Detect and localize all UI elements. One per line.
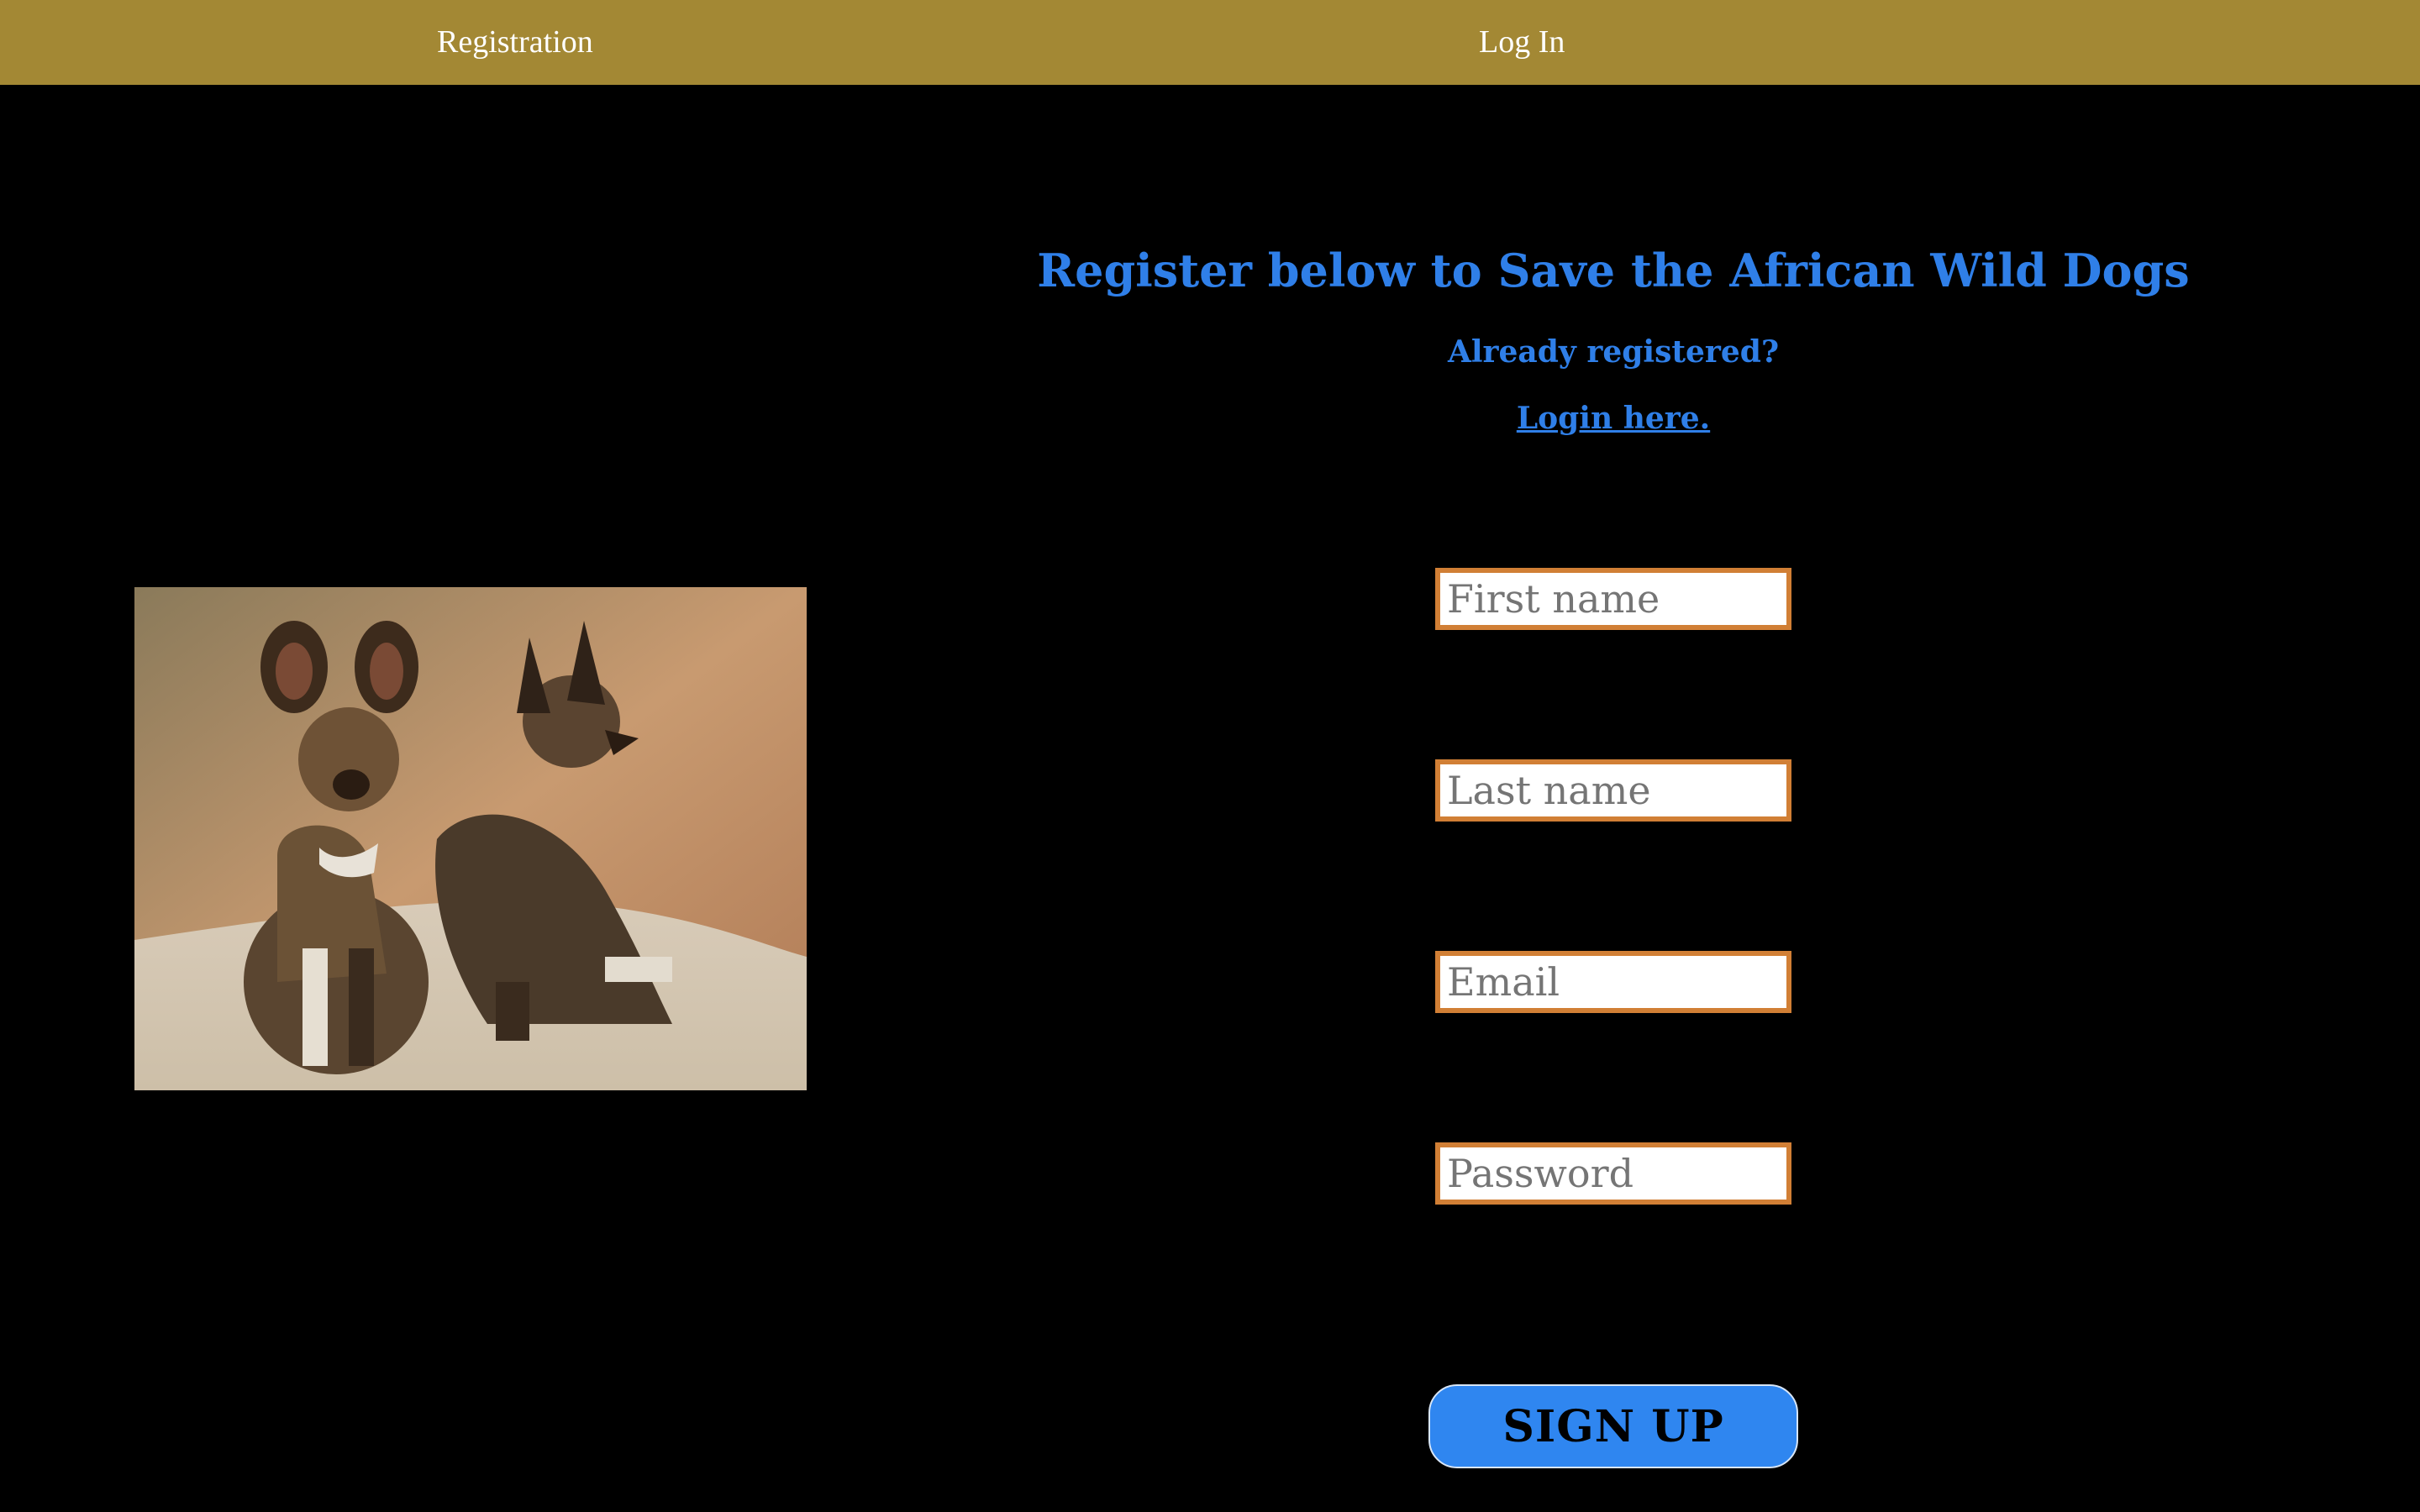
sign-up-button[interactable]: SIGN UP [1428,1384,1798,1468]
password-input[interactable] [1435,1142,1791,1205]
last-name-input[interactable] [1435,759,1791,822]
email-input[interactable] [1435,951,1791,1013]
first-name-input[interactable] [1435,568,1791,630]
nav-login-link[interactable]: Log In [1479,0,1565,85]
page-heading: Register below to Save the African Wild … [1037,244,2190,297]
login-here-link[interactable]: Login here. [941,401,2286,436]
nav-registration-link[interactable]: Registration [437,0,593,85]
wild-dog-puppies-photo [134,587,807,1090]
wild-dog-puppies-image [134,587,807,1090]
top-nav-bar: Registration Log In [0,0,2420,85]
already-registered-text: Already registered? [1447,334,1780,370]
